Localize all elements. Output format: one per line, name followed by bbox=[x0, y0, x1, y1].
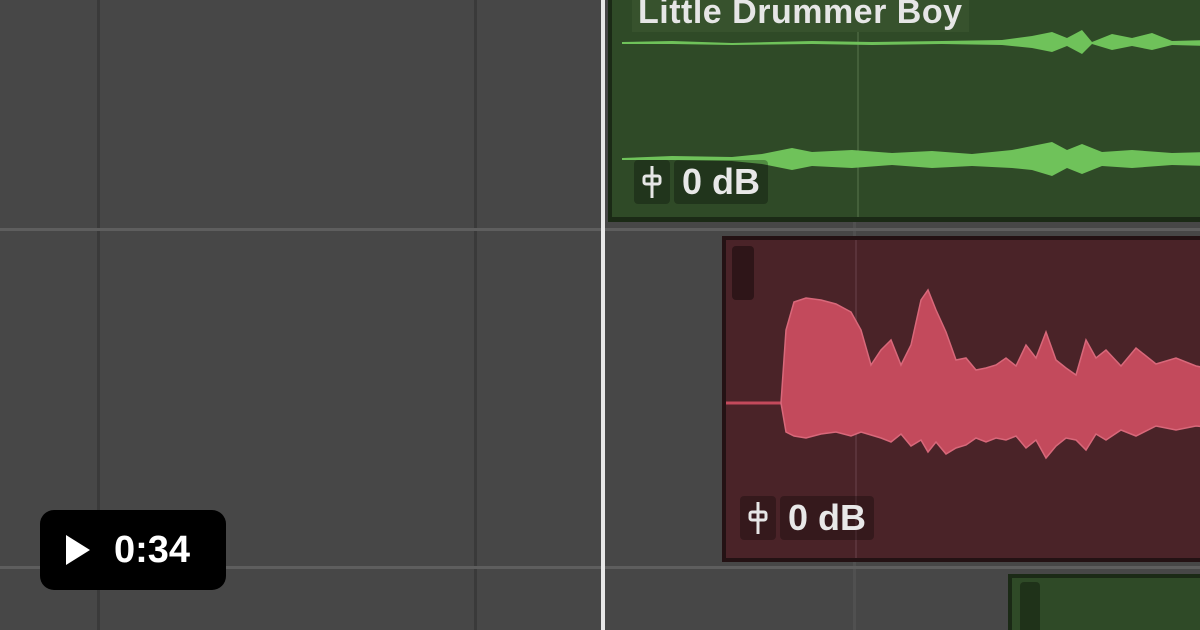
region-title: Little Drummer Boy bbox=[632, 0, 969, 32]
track-divider bbox=[0, 228, 1200, 231]
video-play-badge[interactable]: 0:34 bbox=[40, 510, 226, 590]
fader-icon[interactable] bbox=[634, 160, 670, 204]
region-gain-control[interactable]: 0 dB bbox=[740, 496, 875, 540]
playhead[interactable] bbox=[601, 0, 605, 630]
fader-icon[interactable] bbox=[740, 496, 776, 540]
audio-region-lower[interactable] bbox=[1008, 574, 1200, 630]
audio-region-vocal[interactable]: 0 dB bbox=[722, 236, 1200, 562]
grid-line bbox=[474, 0, 477, 630]
region-handle[interactable] bbox=[1020, 582, 1040, 630]
audio-region-little-drummer-boy[interactable]: Little Drummer Boy 0 dB bbox=[608, 0, 1200, 222]
play-icon[interactable] bbox=[64, 533, 92, 567]
region-gain-value: 0 dB bbox=[780, 496, 875, 540]
region-handle[interactable] bbox=[732, 246, 754, 300]
region-gain-value: 0 dB bbox=[674, 160, 769, 204]
video-duration: 0:34 bbox=[114, 528, 191, 571]
daw-timeline: Little Drummer Boy 0 dB 0 dB 0:34 bbox=[0, 0, 1200, 630]
region-gain-control[interactable]: 0 dB bbox=[634, 160, 769, 204]
